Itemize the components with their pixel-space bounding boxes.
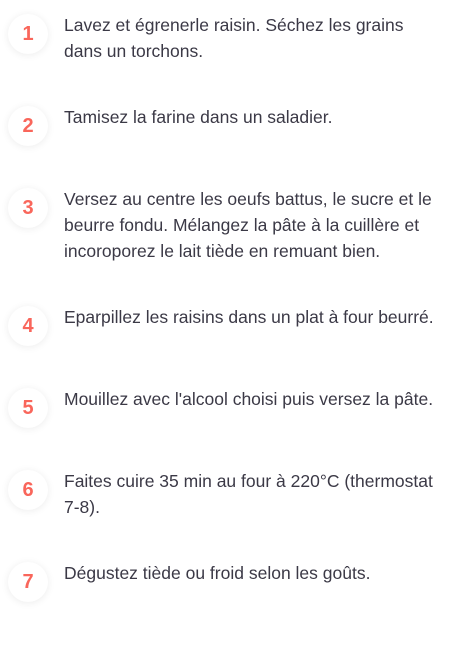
step-text: Versez au centre les oeufs battus, le su… [64, 189, 432, 261]
step-number-badge: 5 [8, 388, 48, 428]
recipe-step: 7 Dégustez tiède ou froid selon les goûts… [0, 560, 457, 602]
step-number-badge: 4 [8, 306, 48, 346]
step-number-badge: 7 [8, 562, 48, 602]
step-text: Faites cuire 35 min au four à 220°C (the… [64, 471, 433, 517]
recipe-step: 6 Faites cuire 35 min au four à 220°C (th… [0, 468, 457, 520]
recipe-step: 5 Mouillez avec l'alcool choisi puis vers… [0, 386, 457, 428]
step-number-badge: 6 [8, 470, 48, 510]
step-text: Dégustez tiède ou froid selon les goûts. [64, 563, 371, 583]
recipe-step: 4 Eparpillez les raisins dans un plat à f… [0, 304, 457, 346]
step-number-badge: 3 [8, 188, 48, 228]
recipe-steps-list: 1 Lavez et égrenerle raisin. Séchez les g… [0, 0, 457, 602]
step-text: Eparpillez les raisins dans un plat à fo… [64, 307, 434, 327]
step-number-badge: 2 [8, 106, 48, 146]
step-text: Lavez et égrenerle raisin. Séchez les gr… [64, 15, 404, 61]
recipe-step: 3 Versez au centre les oeufs battus, le s… [0, 186, 457, 264]
step-text: Tamisez la farine dans un saladier. [64, 107, 333, 127]
step-number-badge: 1 [8, 14, 48, 54]
step-text: Mouillez avec l'alcool choisi puis verse… [64, 389, 434, 409]
recipe-step: 2 Tamisez la farine dans un saladier. [0, 104, 457, 146]
recipe-step: 1 Lavez et égrenerle raisin. Séchez les g… [0, 12, 457, 64]
